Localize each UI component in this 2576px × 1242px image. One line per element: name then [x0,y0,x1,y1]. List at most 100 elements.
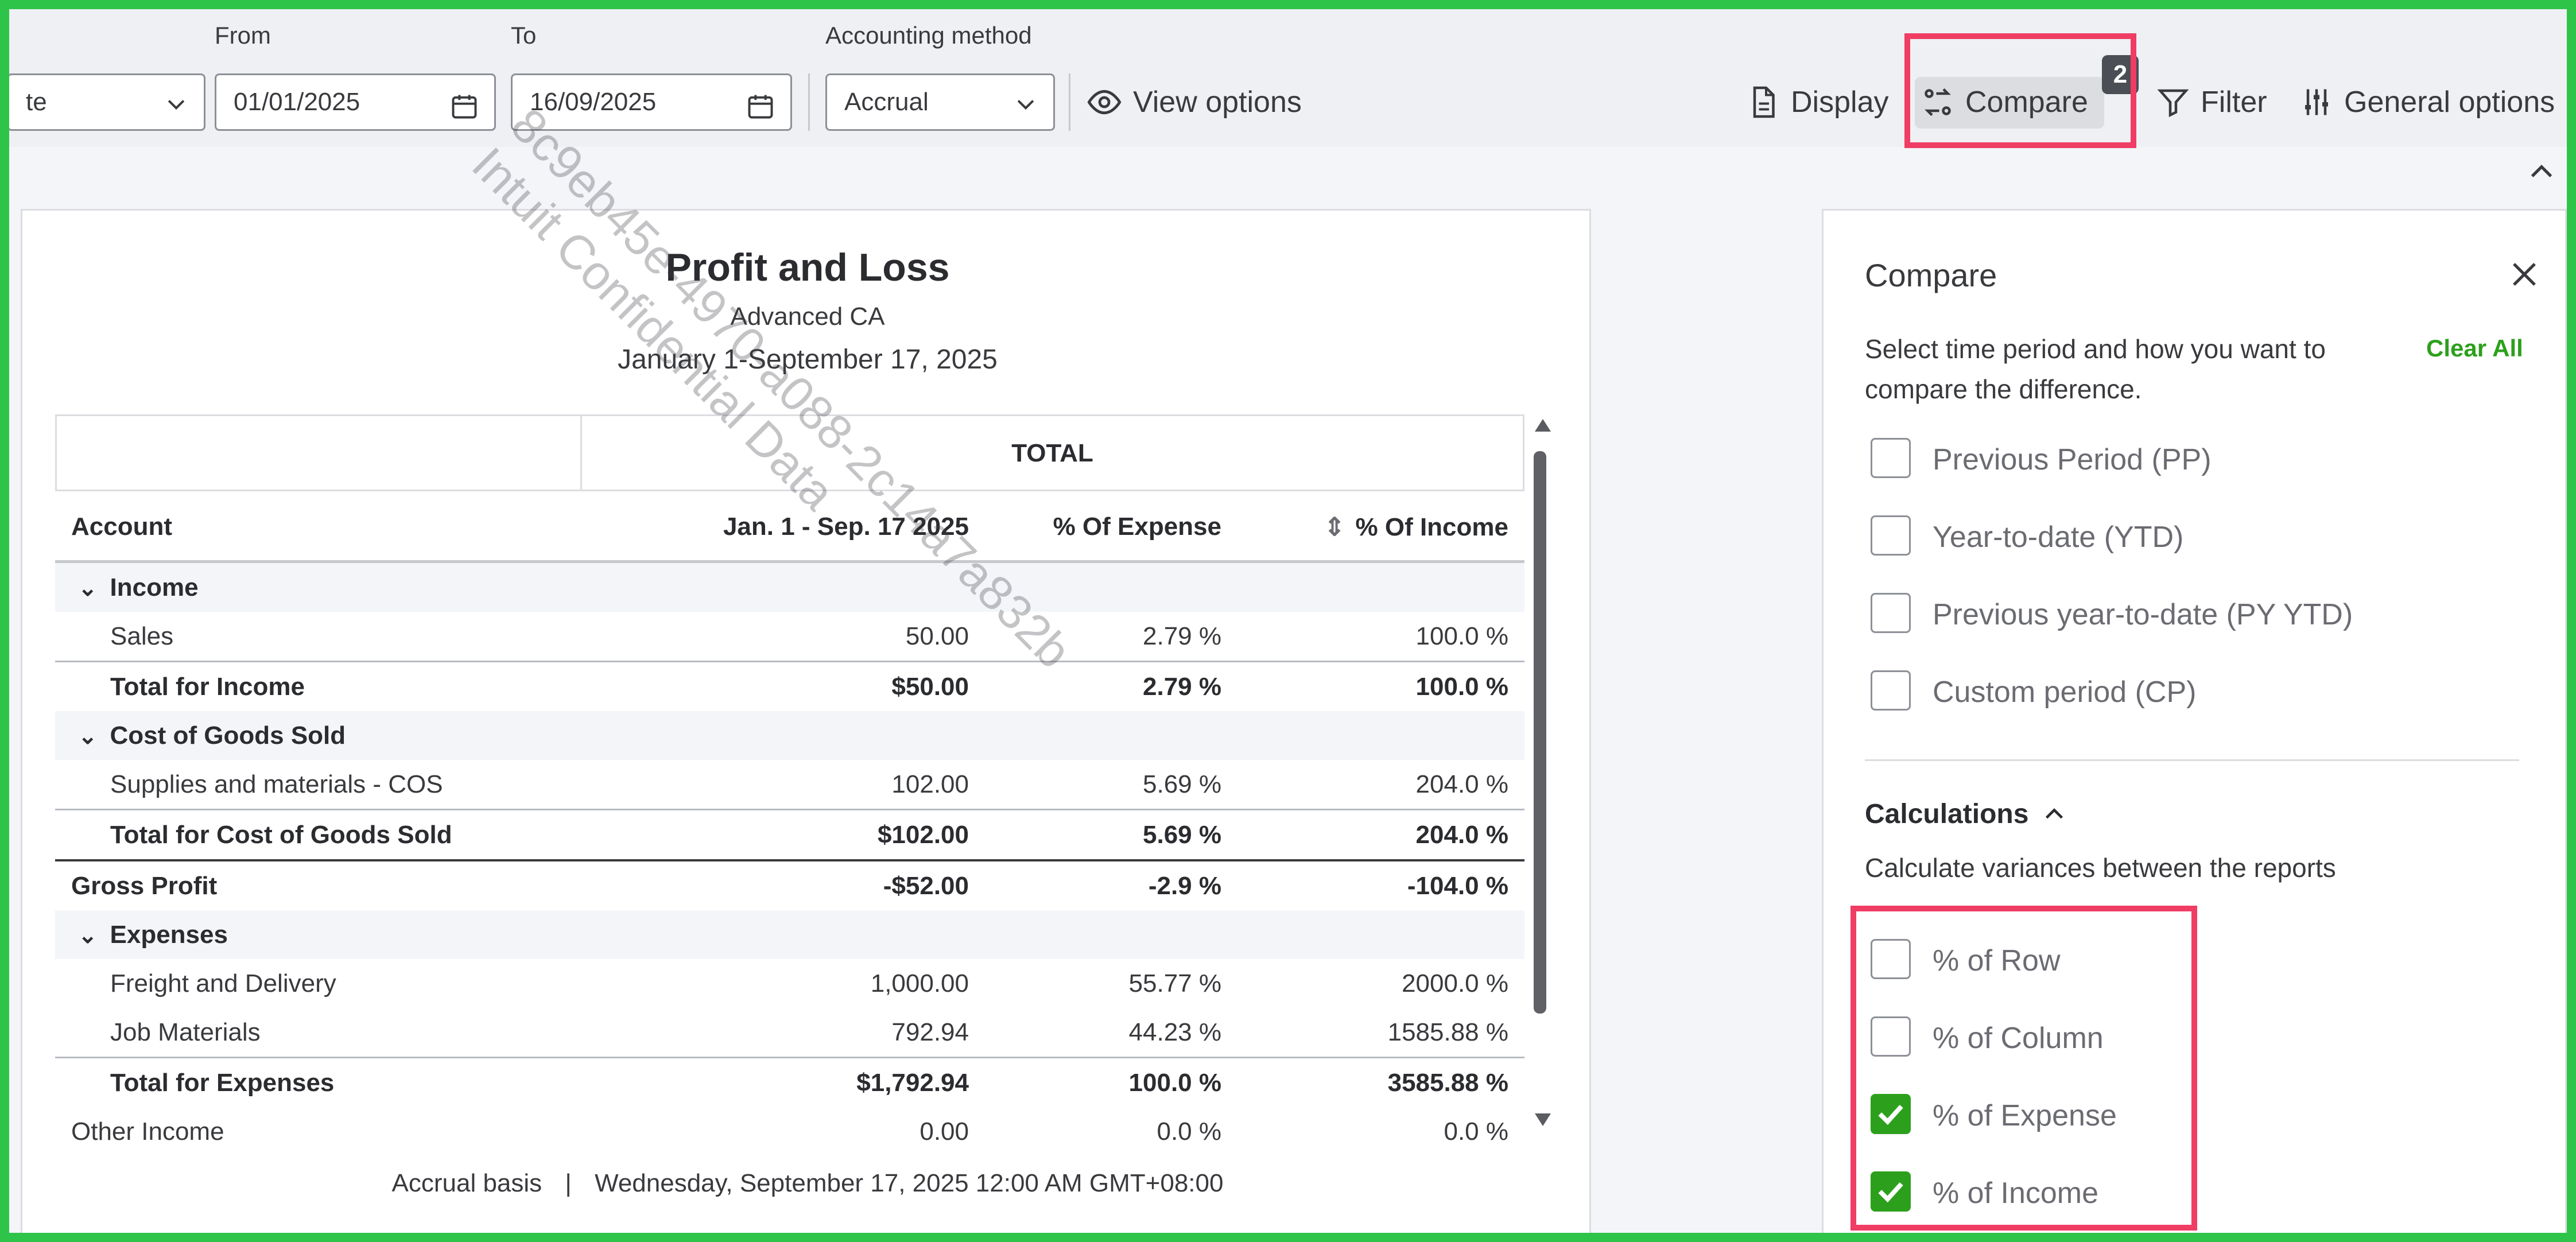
report-period-select[interactable]: te [7,73,205,131]
account-label[interactable]: Job Materials [55,1008,572,1058]
account-label[interactable]: Supplies and materials - COS [55,760,572,810]
profit-loss-table: Account Jan. 1 - Sep. 17 2025 % Of Expen… [55,494,1524,1156]
header-pct-expense[interactable]: % Of Expense [985,494,1237,562]
label-custom-period[interactable]: Custom period (CP) [1933,675,2196,709]
pct-expense-cell[interactable]: -2.9 % [985,860,1237,910]
pct-expense-cell[interactable]: 2.79 % [985,662,1237,712]
checkbox-year-to-date[interactable] [1871,515,1911,556]
pct-expense-cell[interactable]: 5.69 % [985,760,1237,810]
report-title: Profit and Loss [665,246,950,289]
accounting-method-select[interactable]: Accrual [825,73,1055,131]
collapse-chevron-up-icon[interactable] [2525,156,2558,188]
table-row[interactable]: ⌄ Income [55,561,1524,612]
table-row[interactable]: Total for Expenses $1,792.94 100.0 % 3585.8… [55,1057,1524,1108]
checkbox-custom-period[interactable] [1871,670,1911,711]
account-label[interactable]: Gross Profit [55,860,572,910]
header-account[interactable]: Account [55,494,572,562]
general-options-button[interactable]: General options [2299,73,2555,131]
scroll-up-arrow[interactable] [1535,419,1551,432]
table-row[interactable]: Total for Income $50.00 2.79 % 100.0 % [55,661,1524,712]
filter-icon [2157,89,2189,118]
to-date-input[interactable]: 16/09/2025 [511,73,792,131]
amount-cell[interactable]: 102.00 [572,760,985,810]
section-label[interactable]: ⌄ Expenses [55,910,572,959]
label-previous-ytd[interactable]: Previous year-to-date (PY YTD) [1933,597,2353,632]
table-row[interactable]: ⌄ Expenses [55,910,1524,959]
chevron-down-icon[interactable]: ⌄ [78,723,98,750]
section-label[interactable]: ⌄ Income [55,562,572,612]
calendar-icon[interactable] [746,91,775,121]
table-row[interactable]: Gross Profit -$52.00 -2.9 % -104.0 % [55,860,1524,910]
table-row[interactable]: Freight and Delivery 1,000.00 55.77 % 2000.… [55,959,1524,1008]
account-label[interactable]: Other Income [55,1107,572,1156]
from-date-value: 01/01/2025 [234,88,360,116]
calculations-highlight-annotation [1850,906,2197,1231]
amount-cell[interactable]: $102.00 [572,810,985,861]
column-header-row: Account Jan. 1 - Sep. 17 2025 % Of Expen… [55,494,1524,562]
amount-cell[interactable]: 792.94 [572,1008,985,1058]
amount-cell[interactable]: -$52.00 [572,860,985,910]
pct-income-cell[interactable]: 0.0 % [1237,1107,1524,1156]
sort-icon[interactable]: ⇕ [1324,513,1345,541]
table-row[interactable]: Job Materials 792.94 44.23 % 1585.88 % [55,1008,1524,1058]
account-label[interactable]: Freight and Delivery [55,959,572,1008]
table-row[interactable]: ⌄ Cost of Goods Sold [55,711,1524,760]
table-row[interactable]: Total for Cost of Goods Sold $102.00 5.69 … [55,809,1524,861]
pct-income-cell[interactable]: 100.0 % [1237,612,1524,662]
display-button[interactable]: Display [1746,73,1889,131]
account-label[interactable]: Total for Cost of Goods Sold [55,810,572,861]
pct-income-cell[interactable]: 100.0 % [1237,662,1524,712]
checkbox-previous-period[interactable] [1871,438,1911,478]
amount-cell[interactable]: 1,000.00 [572,959,985,1008]
calculations-toggle[interactable]: Calculations [1865,798,2067,830]
pct-expense-cell[interactable]: 2.79 % [985,612,1237,662]
chevron-up-icon [2046,808,2063,818]
account-label[interactable]: Sales [55,612,572,662]
amount-cell[interactable]: $50.00 [572,662,985,712]
footer-divider: | [565,1169,572,1197]
filter-button[interactable]: Filter [2156,73,2267,131]
label-previous-period[interactable]: Previous Period (PP) [1933,443,2212,477]
calendar-icon[interactable] [449,91,479,121]
checkbox-previous-ytd[interactable] [1871,593,1911,633]
chevron-down-icon[interactable]: ⌄ [78,575,98,601]
scroll-thumb[interactable] [1534,451,1546,1014]
amount-cell [572,711,985,760]
pct-expense-cell[interactable]: 0.0 % [985,1107,1237,1156]
section-label[interactable]: ⌄ Cost of Goods Sold [55,711,572,760]
pct-income-cell[interactable]: -104.0 % [1237,860,1524,910]
table-row[interactable]: Sales 50.00 2.79 % 100.0 % [55,612,1524,662]
amount-cell[interactable]: 50.00 [572,612,985,662]
account-label[interactable]: Total for Income [55,662,572,712]
close-icon[interactable] [2507,257,2542,292]
table-row[interactable]: Other Income 0.00 0.0 % 0.0 % [55,1107,1524,1156]
report-total-header: TOTAL [55,414,1524,491]
label-year-to-date[interactable]: Year-to-date (YTD) [1933,520,2183,554]
chevron-down-icon[interactable]: ⌄ [78,922,98,949]
pct-expense-cell[interactable]: 55.77 % [985,959,1237,1008]
pct-income-cell[interactable]: 2000.0 % [1237,959,1524,1008]
pct-income-cell [1237,711,1524,760]
toolbar-divider [808,73,810,131]
report-scrollbar[interactable] [1531,419,1551,1140]
pct-income-cell[interactable]: 204.0 % [1237,760,1524,810]
pct-expense-cell[interactable]: 44.23 % [985,1008,1237,1058]
pct-expense-cell[interactable]: 5.69 % [985,810,1237,861]
from-date-input[interactable]: 01/01/2025 [215,73,496,131]
pct-income-cell[interactable]: 204.0 % [1237,810,1524,861]
header-date-range[interactable]: Jan. 1 - Sep. 17 2025 [572,494,985,562]
clear-all-link[interactable]: Clear All [2426,335,2523,362]
scroll-down-arrow[interactable] [1535,1113,1551,1126]
account-label[interactable]: Total for Expenses [55,1058,572,1108]
view-options-button[interactable]: View options [1086,73,1302,131]
amount-cell[interactable]: 0.00 [572,1107,985,1156]
amount-cell[interactable]: $1,792.94 [572,1058,985,1108]
header-pct-income[interactable]: ⇕ % Of Income [1237,494,1524,562]
to-label: To [511,22,537,49]
table-body: ⌄ Income Sales 50.00 2.79 % 100.0 % Total for … [55,561,1524,1156]
table-row[interactable]: Supplies and materials - COS 102.00 5.69 %… [55,760,1524,810]
pct-income-cell[interactable]: 3585.88 % [1237,1058,1524,1108]
pct-expense-cell[interactable]: 100.0 % [985,1058,1237,1108]
general-options-label: General options [2344,86,2555,119]
pct-income-cell[interactable]: 1585.88 % [1237,1008,1524,1058]
